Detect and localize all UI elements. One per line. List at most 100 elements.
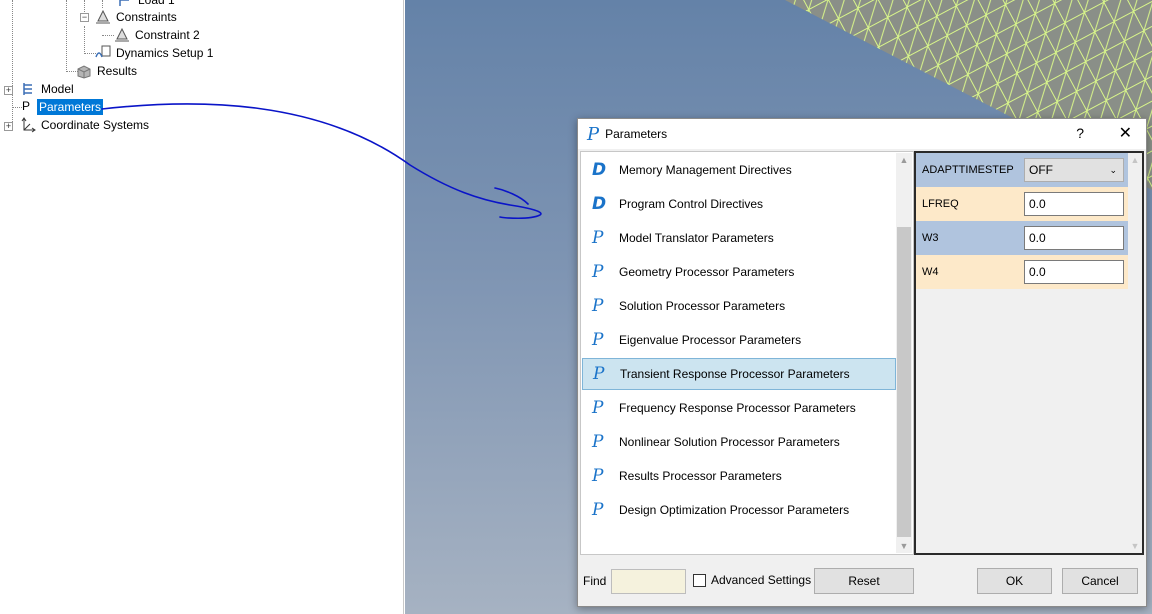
tree-connector — [66, 0, 67, 72]
category-label: Program Control Directives — [619, 197, 764, 211]
parameter-icon: P — [592, 262, 604, 282]
adapttimestep-select[interactable]: OFF ⌄ — [1024, 158, 1124, 182]
parameter-icon: P — [592, 398, 604, 418]
param-row-lfreq: LFREQ 0.0 — [916, 187, 1128, 221]
category-list-item[interactable]: P Geometry Processor Parameters — [582, 256, 896, 288]
model-tree: Load 1 − Constraints Constraint 2 Dynami… — [0, 0, 404, 614]
scrollbar-thumb[interactable] — [897, 227, 911, 537]
w4-input[interactable]: 0.0 — [1024, 260, 1124, 284]
category-label: Memory Management Directives — [619, 163, 792, 177]
parameter-icon: P — [592, 296, 604, 316]
tree-item-label: Parameters — [37, 99, 104, 115]
results-icon — [76, 63, 92, 79]
parameters-icon: P — [587, 123, 600, 145]
category-list-item[interactable]: P Model Translator Parameters — [582, 222, 896, 254]
expand-icon[interactable]: + — [4, 86, 13, 95]
scroll-down-icon[interactable]: ▼ — [896, 541, 912, 551]
param-scrollbar[interactable]: ▲ ▼ — [1128, 153, 1142, 553]
tree-item-label: Dynamics Setup 1 — [116, 46, 214, 60]
category-list-item[interactable]: D Program Control Directives — [582, 188, 896, 220]
constraints-icon — [95, 9, 111, 25]
category-list-item[interactable]: P Eigenvalue Processor Parameters — [582, 324, 896, 356]
find-label: Find — [583, 574, 607, 588]
close-button[interactable]: ✕ — [1119, 123, 1132, 143]
directive-icon: D — [592, 160, 607, 180]
load-icon — [117, 0, 133, 8]
category-label: Design Optimization Processor Parameters — [619, 503, 850, 517]
directive-icon: D — [592, 194, 607, 214]
dialog-footer: Find Advanced Settings Reset OK Cancel — [578, 567, 1146, 597]
param-name: W3 — [922, 232, 939, 244]
category-label: Transient Response Processor Parameters — [620, 367, 850, 381]
parameter-grid: ADAPTTIMESTEP OFF ⌄ LFREQ 0.0 W3 0.0 W4 … — [914, 151, 1144, 555]
tree-connector — [102, 35, 114, 36]
category-label: Nonlinear Solution Processor Parameters — [619, 435, 840, 449]
tree-connector — [84, 26, 85, 54]
scroll-up-icon[interactable]: ▲ — [896, 155, 912, 165]
tree-item-label: Load 1 — [138, 0, 175, 7]
tree-item-label: Constraints — [116, 10, 177, 24]
category-label: Eigenvalue Processor Parameters — [619, 333, 802, 347]
param-row-w4: W4 0.0 — [916, 255, 1128, 289]
tree-item-parameters[interactable]: P Parameters — [22, 98, 104, 116]
w3-input[interactable]: 0.0 — [1024, 226, 1124, 250]
find-input[interactable] — [611, 569, 686, 594]
parameter-icon: P — [592, 500, 604, 520]
param-row-w3: W3 0.0 — [916, 221, 1128, 255]
tree-item-dynamics-setup[interactable]: Dynamics Setup 1 — [95, 44, 215, 62]
constraint-icon — [114, 27, 130, 43]
reset-button[interactable]: Reset — [814, 568, 914, 594]
tree-item-label: Coordinate Systems — [41, 118, 150, 132]
cancel-button[interactable]: Cancel — [1062, 568, 1138, 594]
category-list-item[interactable]: P Transient Response Processor Parameters — [582, 358, 896, 390]
tree-item-results[interactable]: Results — [76, 62, 139, 80]
expand-icon[interactable]: + — [4, 122, 13, 131]
category-label: Frequency Response Processor Parameters — [619, 401, 856, 415]
param-name: W4 — [922, 266, 939, 278]
tree-item-label: Results — [97, 64, 138, 78]
tree-item-constraint-2[interactable]: Constraint 2 — [114, 26, 202, 44]
tree-item-label: Model — [41, 82, 74, 96]
parameter-icon: P — [592, 228, 604, 248]
param-name: ADAPTTIMESTEP — [922, 164, 1014, 176]
category-list: D Memory Management Directives D Program Co… — [580, 151, 914, 555]
category-list-item[interactable]: P Solution Processor Parameters — [582, 290, 896, 322]
category-list-item[interactable]: P Frequency Response Processor Parameters — [582, 392, 896, 424]
dynamics-setup-icon — [95, 45, 111, 61]
chevron-down-icon: ⌄ — [1109, 164, 1117, 175]
collapse-icon[interactable]: − — [80, 13, 89, 22]
param-name: LFREQ — [922, 198, 959, 210]
tree-item-constraints[interactable]: Constraints — [95, 8, 179, 26]
dialog-title-bar: P Parameters — [578, 119, 1146, 149]
scroll-down-icon[interactable]: ▼ — [1128, 541, 1142, 551]
parameter-icon: P — [592, 466, 604, 486]
category-label: Geometry Processor Parameters — [619, 265, 795, 279]
list-scrollbar[interactable]: ▲ ▼ — [896, 153, 912, 553]
help-button[interactable]: ? — [1076, 125, 1084, 141]
parameter-icon: P — [593, 364, 605, 384]
category-list-item[interactable]: P Results Processor Parameters — [582, 460, 896, 492]
tree-item-model[interactable]: Model — [20, 80, 76, 98]
category-list-item[interactable]: P Design Optimization Processor Parameter… — [582, 494, 896, 526]
parameter-icon: P — [592, 330, 604, 350]
category-label: Results Processor Parameters — [619, 469, 782, 483]
parameters-dialog: P Parameters ? ✕ D Memory Management Dire… — [577, 118, 1147, 607]
category-list-item[interactable]: D Memory Management Directives — [582, 154, 896, 186]
scroll-up-icon[interactable]: ▲ — [1128, 155, 1142, 165]
tree-item-label: Constraint 2 — [135, 28, 200, 42]
ok-button[interactable]: OK — [977, 568, 1052, 594]
advanced-settings-label[interactable]: Advanced Settings — [711, 573, 811, 587]
parameter-icon: P — [592, 432, 604, 452]
model-icon — [20, 81, 36, 97]
category-label: Solution Processor Parameters — [619, 299, 786, 313]
dialog-title: Parameters — [605, 127, 668, 141]
category-list-item[interactable]: P Nonlinear Solution Processor Parameters — [582, 426, 896, 458]
param-value: OFF — [1029, 163, 1053, 177]
tree-item-coordinate-systems[interactable]: Coordinate Systems — [20, 116, 151, 134]
param-row-adapttimestep: ADAPTTIMESTEP OFF ⌄ — [916, 153, 1128, 187]
coordinate-systems-icon — [20, 117, 36, 133]
lfreq-input[interactable]: 0.0 — [1024, 192, 1124, 216]
parameters-icon: P — [22, 99, 31, 113]
advanced-settings-checkbox[interactable] — [693, 574, 706, 587]
category-label: Model Translator Parameters — [619, 231, 774, 245]
